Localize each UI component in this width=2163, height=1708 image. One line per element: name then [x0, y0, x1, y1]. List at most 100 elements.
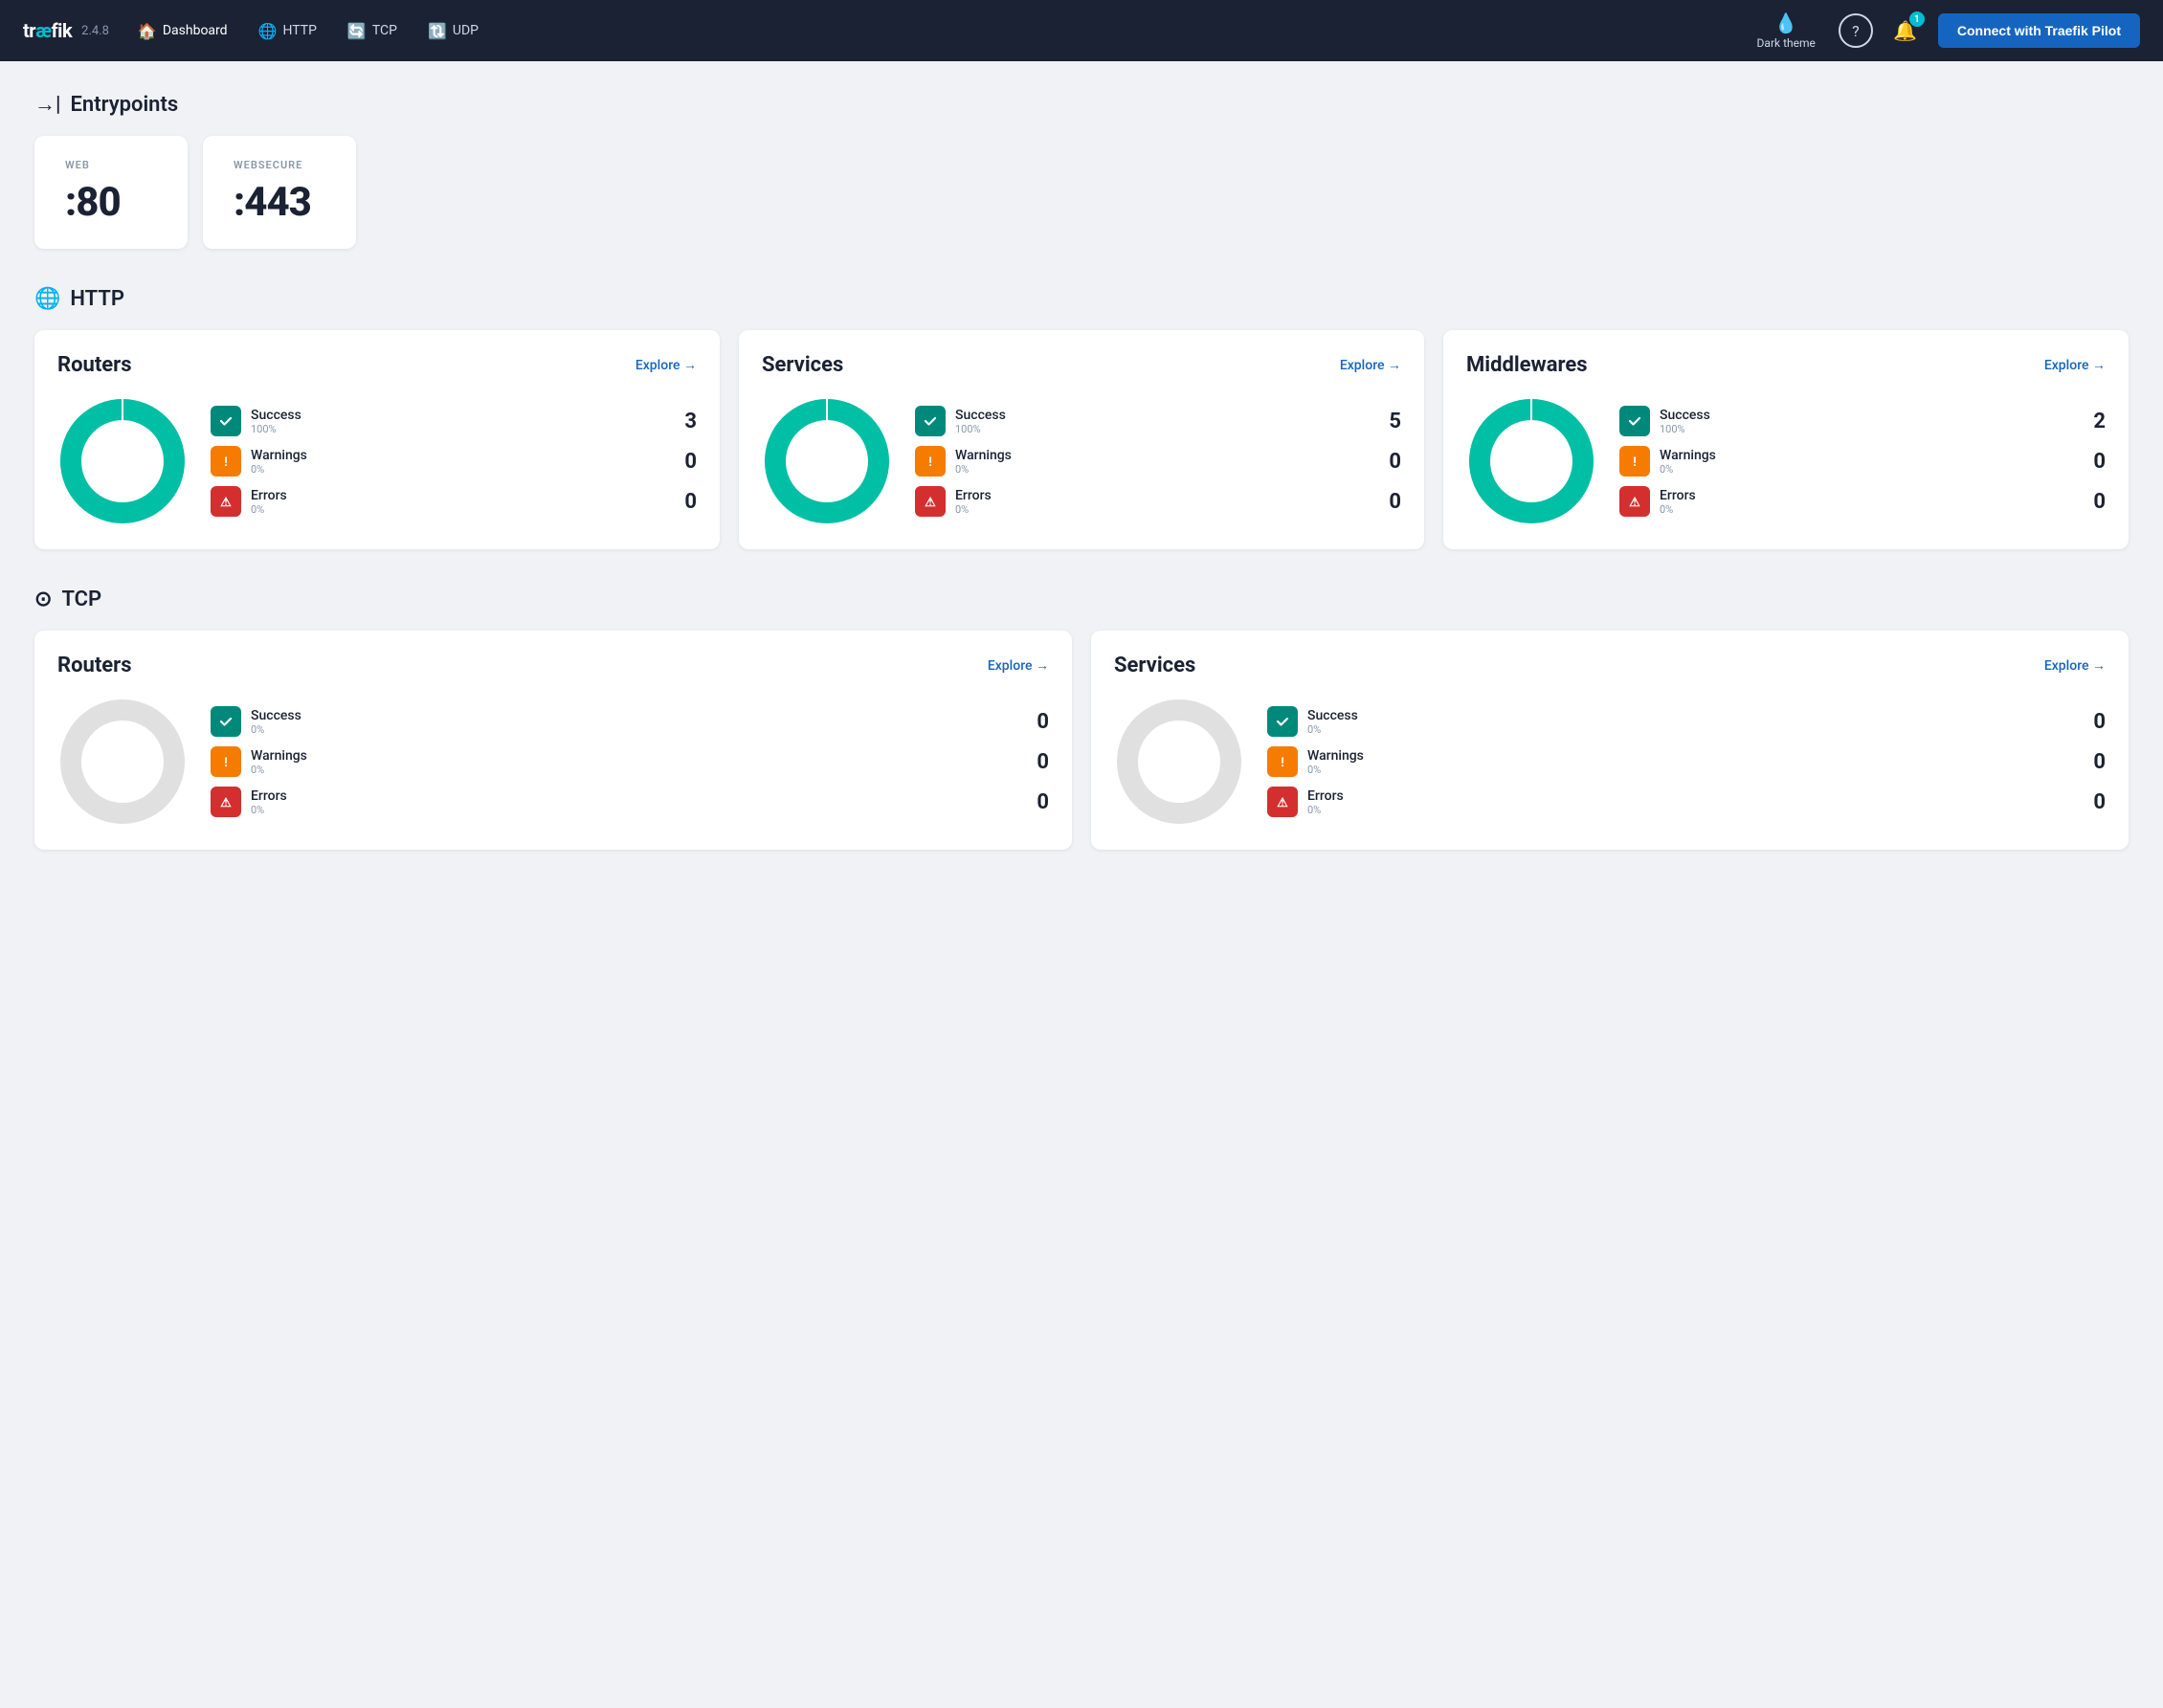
- stat-row: Success 0% 0: [211, 706, 1049, 737]
- svg-text:!: !: [224, 756, 228, 770]
- stat-count: 0: [1378, 450, 1401, 474]
- stat-card: Services Explore → Success 0% 0: [1091, 631, 2129, 850]
- svg-text:!: !: [1281, 756, 1284, 770]
- stat-label: Errors: [251, 788, 1016, 804]
- http-header: 🌐 HTTP: [34, 287, 2129, 311]
- card-body: Success 100% 3 ! Warnings 0% 0 ⚠ Errors …: [57, 396, 697, 526]
- stat-label-wrap: Warnings 0%: [955, 448, 1369, 476]
- logo: træfik 2.4.8: [23, 19, 109, 42]
- stat-row: ⚠ Errors 0% 0: [211, 486, 697, 517]
- stat-badge-warning: !: [211, 746, 241, 777]
- stat-pct: 0%: [1660, 463, 2073, 476]
- stat-count: 0: [2083, 750, 2106, 774]
- card-header: Routers Explore →: [57, 353, 697, 377]
- stat-label-wrap: Errors 0%: [1307, 788, 2073, 816]
- connect-traefik-pilot-button[interactable]: Connect with Traefik Pilot: [1938, 13, 2140, 48]
- stat-count: 0: [2083, 490, 2106, 514]
- stat-count: 0: [1026, 750, 1049, 774]
- stat-badge-error: ⚠: [211, 486, 241, 517]
- donut-chart: [1114, 697, 1244, 827]
- dark-theme-toggle[interactable]: 💧 Dark theme: [1746, 8, 1827, 54]
- stat-count: 0: [2083, 790, 2106, 814]
- stat-row: ! Warnings 0% 0: [211, 446, 697, 477]
- stats-list: Success 100% 3 ! Warnings 0% 0 ⚠ Errors …: [211, 406, 697, 517]
- stats-list: Success 100% 2 ! Warnings 0% 0 ⚠ Errors …: [1619, 406, 2106, 517]
- stat-label-wrap: Success 0%: [1307, 708, 2073, 736]
- stat-row: ! Warnings 0% 0: [1267, 746, 2106, 777]
- entrypoint-card: WEB :80: [34, 136, 188, 249]
- help-button[interactable]: ?: [1839, 13, 1873, 48]
- entrypoints-header: →| Entrypoints: [34, 92, 2129, 117]
- question-icon: ?: [1852, 22, 1860, 40]
- nav-tcp[interactable]: 🔄 TCP: [334, 14, 411, 48]
- card-title: Services: [1114, 654, 1195, 677]
- stat-pct: 0%: [1307, 723, 2073, 736]
- stat-label: Success: [955, 408, 1369, 423]
- entrypoints-section: →| Entrypoints WEB :80 WEBSECURE :443: [34, 92, 2129, 249]
- explore-link[interactable]: Explore →: [988, 657, 1049, 674]
- stat-label-wrap: Success 100%: [1660, 408, 2073, 435]
- stat-pct: 0%: [251, 463, 664, 476]
- card-body: Success 100% 5 ! Warnings 0% 0 ⚠ Errors …: [762, 396, 1401, 526]
- entrypoints-grid: WEB :80 WEBSECURE :443: [34, 136, 2129, 249]
- explore-link[interactable]: Explore →: [2044, 357, 2106, 373]
- stat-count: 2: [2083, 410, 2106, 433]
- svg-text:!: !: [1633, 455, 1637, 470]
- donut-chart: [762, 396, 892, 526]
- stat-row: ⚠ Errors 0% 0: [1619, 486, 2106, 517]
- main-content: →| Entrypoints WEB :80 WEBSECURE :443 🌐 …: [0, 61, 2163, 919]
- svg-text:!: !: [224, 455, 228, 470]
- droplet-icon: 💧: [1774, 11, 1798, 34]
- svg-text:!: !: [928, 455, 932, 470]
- stat-label-wrap: Success 100%: [955, 408, 1369, 435]
- notification-bell[interactable]: 🔔 1: [1888, 13, 1923, 48]
- stats-list: Success 0% 0 ! Warnings 0% 0 ⚠ Errors 0%: [211, 706, 1049, 817]
- stat-label-wrap: Warnings 0%: [1307, 748, 2073, 776]
- stat-label-wrap: Errors 0%: [251, 788, 1016, 816]
- stat-row: ! Warnings 0% 0: [915, 446, 1401, 477]
- stat-label: Warnings: [251, 748, 1016, 764]
- stat-label: Warnings: [955, 448, 1369, 463]
- udp-icon: 🔃: [428, 22, 447, 40]
- stat-badge-error: ⚠: [1619, 486, 1650, 517]
- nav-udp[interactable]: 🔃 UDP: [414, 14, 492, 48]
- card-body: Success 100% 2 ! Warnings 0% 0 ⚠ Errors …: [1466, 396, 2106, 526]
- stat-row: ! Warnings 0% 0: [211, 746, 1049, 777]
- stat-count: 0: [1378, 490, 1401, 514]
- stat-count: 0: [674, 490, 697, 514]
- logo-version: 2.4.8: [81, 24, 109, 38]
- stat-label-wrap: Errors 0%: [1660, 488, 2073, 516]
- tcp-icon: 🔄: [347, 22, 367, 40]
- explore-link[interactable]: Explore →: [636, 357, 697, 373]
- stat-label-wrap: Warnings 0%: [1660, 448, 2073, 476]
- card-header: Services Explore →: [1114, 654, 2106, 677]
- stat-row: Success 100% 3: [211, 406, 697, 436]
- explore-link[interactable]: Explore →: [2044, 657, 2106, 674]
- stat-label: Success: [1660, 408, 2073, 423]
- entrypoint-port: :443: [234, 179, 325, 226]
- stat-label: Warnings: [1660, 448, 2073, 463]
- stat-pct: 100%: [1660, 423, 2073, 435]
- nav-dashboard[interactable]: 🏠 Dashboard: [124, 14, 241, 48]
- explore-link[interactable]: Explore →: [1340, 357, 1401, 373]
- nav-http[interactable]: 🌐 HTTP: [245, 14, 330, 48]
- stat-row: Success 0% 0: [1267, 706, 2106, 737]
- stat-badge-success: [915, 406, 946, 436]
- stat-row: ⚠ Errors 0% 0: [915, 486, 1401, 517]
- stat-label: Errors: [1307, 788, 2073, 804]
- tcp-header: ⊙ TCP: [34, 588, 2129, 611]
- http-section: 🌐 HTTP Routers Explore → Success: [34, 287, 2129, 549]
- bell-badge: 1: [1909, 11, 1925, 27]
- stat-label: Errors: [251, 488, 664, 503]
- stat-label: Warnings: [251, 448, 664, 463]
- stat-count: 3: [674, 410, 697, 433]
- stat-count: 0: [2083, 710, 2106, 734]
- stat-pct: 0%: [955, 463, 1369, 476]
- donut-chart: [1466, 396, 1596, 526]
- stat-label: Errors: [1660, 488, 2073, 503]
- stat-label: Errors: [955, 488, 1369, 503]
- stat-pct: 0%: [955, 503, 1369, 516]
- stat-row: ⚠ Errors 0% 0: [1267, 787, 2106, 817]
- svg-text:⚠: ⚠: [925, 496, 936, 510]
- card-title: Routers: [57, 654, 132, 677]
